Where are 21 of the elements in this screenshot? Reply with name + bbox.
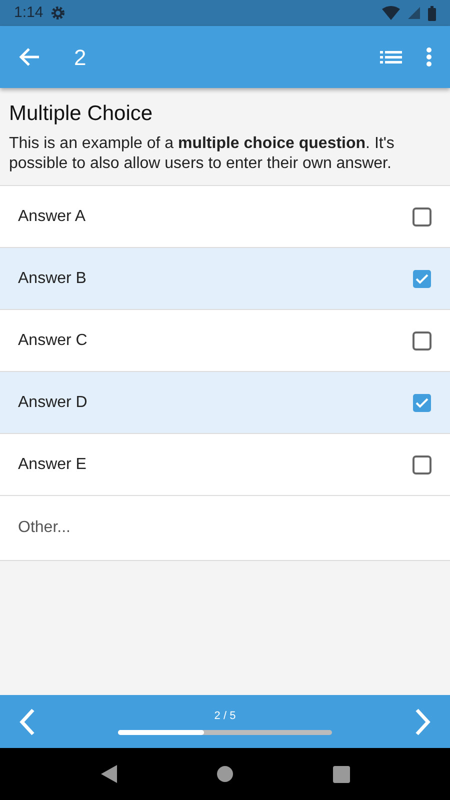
checkbox[interactable]: [412, 392, 432, 413]
page-position: 2 / 5: [214, 708, 236, 724]
other-answer-field[interactable]: Other...: [0, 496, 450, 562]
answer-option[interactable]: Answer A: [0, 186, 450, 248]
page-title: 2: [74, 44, 86, 72]
answer-option[interactable]: Answer C: [0, 310, 450, 372]
question-description: This is an example of a multiple choice question. It's possible to also allow users to enter their own answer.: [9, 134, 396, 174]
status-time: 1:14: [14, 2, 44, 23]
signal-icon: [408, 7, 420, 19]
checkbox[interactable]: [412, 454, 432, 475]
checkbox[interactable]: [412, 330, 432, 351]
checkbox[interactable]: [412, 206, 432, 227]
battery-icon: [428, 6, 436, 20]
answer-option[interactable]: Answer E: [0, 434, 450, 496]
answer-option[interactable]: Answer B: [0, 248, 450, 310]
gear-icon: [51, 6, 66, 20]
answer-option[interactable]: Answer D: [0, 372, 450, 434]
question-title: Multiple Choice: [9, 101, 154, 127]
wifi-icon: [382, 6, 400, 20]
checkbox[interactable]: [412, 268, 432, 289]
more-options-icon[interactable]: [426, 47, 432, 67]
